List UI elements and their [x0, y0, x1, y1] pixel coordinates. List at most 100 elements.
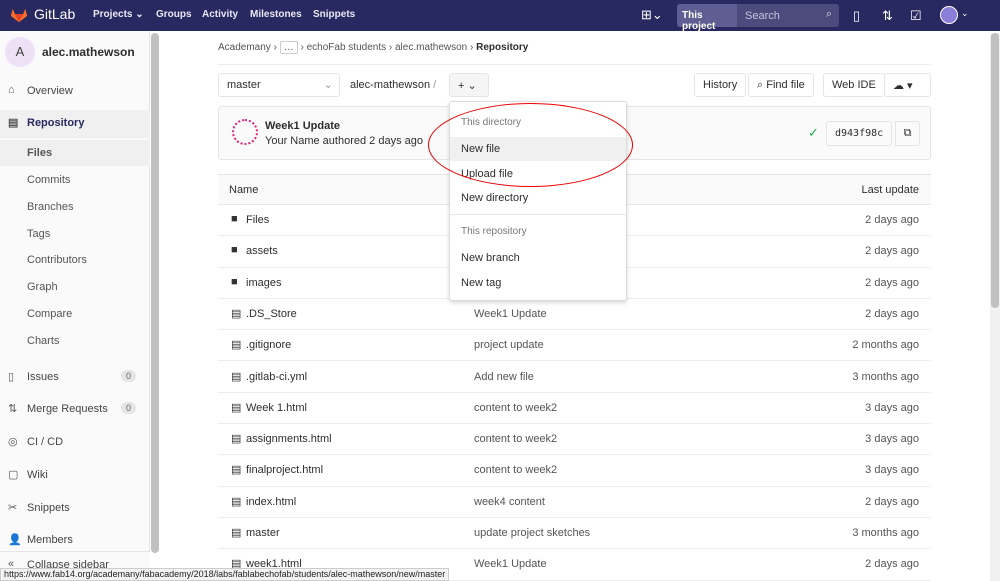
file-name[interactable]: master [246, 527, 280, 539]
sidebar-item-merge-requests[interactable]: ⇅ Merge Requests 0 [0, 396, 150, 422]
user-avatar[interactable] [940, 6, 958, 24]
new-plus-icon[interactable]: ⊞⌄ [641, 7, 663, 23]
crumb-more[interactable]: … [279, 41, 298, 54]
last-update: 2 days ago [865, 214, 919, 226]
sidebar-sub-contributors[interactable]: Contributors [0, 247, 150, 273]
dropdown-divider [450, 214, 626, 215]
file-icon: ▤ [231, 307, 242, 320]
file-name[interactable]: finalproject.html [246, 464, 323, 476]
sidebar-item-wiki[interactable]: ▢ Wiki [0, 462, 150, 488]
home-icon: ⌂ [8, 84, 15, 96]
sidebar-sub-tags[interactable]: Tags [0, 221, 150, 247]
merge-icon: ⇅ [8, 403, 18, 415]
sidebar-item-issues[interactable]: ▯ Issues 0 [0, 364, 150, 390]
crumb-students[interactable]: echoFab students [307, 42, 387, 53]
col-name: Name [229, 184, 259, 196]
chevron-down-icon[interactable]: ⌄ [961, 8, 969, 19]
dropdown-header-repository: This repository [461, 226, 527, 237]
sidebar-sub-commits[interactable]: Commits [0, 167, 150, 193]
find-file-button[interactable]: ⌕ Find file [748, 73, 814, 97]
table-row[interactable]: ▤ index.html week4 content 2 days ago [218, 487, 931, 518]
gitlab-brand[interactable]: GitLab [34, 6, 75, 22]
last-update: 3 months ago [852, 527, 919, 539]
crumb-repository[interactable]: Repository [476, 42, 528, 53]
sidebar-sub-branches[interactable]: Branches [0, 194, 150, 220]
sidebar-sub-compare[interactable]: Compare [0, 301, 150, 327]
file-name[interactable]: .gitignore [246, 339, 291, 351]
commit-message[interactable]: content to week2 [474, 402, 557, 414]
search-icon: ⌕ [825, 8, 832, 20]
table-row[interactable]: ▤ Week 1.html content to week2 3 days ag… [218, 393, 931, 425]
issues-icon: ▯ [8, 371, 15, 383]
copy-icon[interactable]: ⧉ [895, 121, 920, 146]
menu-new-branch[interactable]: New branch [450, 246, 626, 270]
last-update: 2 days ago [865, 245, 919, 258]
file-icon: ▤ [231, 339, 242, 352]
file-name[interactable]: index.html [246, 496, 296, 508]
search-icon: ⌕ [757, 79, 764, 91]
branch-select[interactable]: master ⌄ [218, 73, 340, 97]
file-name[interactable]: assignments.html [246, 433, 332, 445]
sidebar-item-members[interactable]: 👤 Members [0, 527, 150, 553]
table-row[interactable]: ▤ master update project sketches 3 month… [218, 518, 931, 550]
last-update: 2 days ago [865, 276, 919, 289]
gitlab-logo-icon[interactable] [10, 6, 28, 24]
sidebar-sub-charts[interactable]: Charts [0, 328, 150, 354]
project-name[interactable]: alec.mathewson [42, 45, 135, 59]
commit-message[interactable]: Add new file [474, 371, 534, 383]
path-root[interactable]: alec-mathewson / [350, 79, 436, 91]
sidebar-item-snippets[interactable]: ✂ Snippets [0, 495, 150, 521]
commit-message[interactable]: Week1 Update [474, 308, 547, 320]
sidebar-item-cicd[interactable]: ◎ CI / CD [0, 429, 150, 455]
commit-message[interactable]: content to week2 [474, 464, 557, 476]
col-last-update: Last update [861, 184, 920, 196]
todo-icon[interactable]: ☑ [910, 8, 922, 24]
crumb-project[interactable]: alec.mathewson [395, 42, 467, 53]
table-row[interactable]: ▤ .gitlab-ci.yml Add new file 3 months a… [218, 362, 931, 393]
page-scrollbar[interactable] [990, 33, 1000, 581]
commit-message[interactable]: week4 content [474, 496, 545, 508]
file-name[interactable]: Week 1.html [246, 402, 307, 414]
menu-new-directory[interactable]: New directory [450, 186, 626, 210]
commit-message[interactable]: content to week2 [474, 433, 557, 445]
pipeline-success-icon[interactable]: ✓ [808, 125, 819, 141]
file-name[interactable]: .gitlab-ci.yml [246, 371, 307, 383]
sidebar-scrollbar[interactable] [151, 33, 159, 553]
commit-title[interactable]: Week1 Update [265, 120, 340, 132]
file-name[interactable]: assets [246, 245, 278, 257]
nav-milestones[interactable]: Milestones [250, 9, 302, 20]
search-box[interactable]: This project Search ⌕ [677, 4, 839, 32]
table-row[interactable]: ▤ finalproject.html content to week2 3 d… [218, 455, 931, 487]
status-bar-url: https://www.fab14.org/academany/fabacade… [0, 568, 450, 581]
commit-message[interactable]: Week1 Update [474, 558, 547, 570]
sidebar-item-overview[interactable]: ⌂ Overview [0, 78, 150, 104]
file-name[interactable]: images [246, 277, 281, 289]
file-name[interactable]: Files [246, 214, 269, 226]
commit-message[interactable]: update project sketches [474, 527, 590, 539]
add-dropdown-button[interactable]: + ⌄ [449, 73, 489, 97]
sidebar-sub-graph[interactable]: Graph [0, 274, 150, 300]
merge-request-icon[interactable]: ⇅ [882, 8, 893, 24]
table-row[interactable]: ▤ assignments.html content to week2 3 da… [218, 424, 931, 456]
nav-projects[interactable]: Projects ⌄ [93, 9, 144, 20]
menu-new-tag[interactable]: New tag [450, 271, 626, 295]
download-button[interactable]: ☁ ▾ [884, 73, 931, 97]
nav-groups[interactable]: Groups [156, 9, 192, 20]
search-scope[interactable]: This project [677, 4, 737, 32]
sidebar-sub-files[interactable]: Files [0, 140, 150, 166]
nav-snippets[interactable]: Snippets [313, 9, 355, 20]
sidebar-item-repository[interactable]: ▤ Repository [0, 110, 150, 138]
commit-message[interactable]: project update [474, 339, 544, 351]
issues-icon[interactable]: ▯ [853, 8, 860, 24]
web-ide-button[interactable]: Web IDE [823, 73, 885, 97]
table-row[interactable]: ▤ .DS_Store Week1 Update 2 days ago [218, 299, 931, 331]
last-update: 3 days ago [865, 401, 919, 414]
crumb-academany[interactable]: Academany [218, 42, 271, 53]
commit-sha[interactable]: d943f98c [826, 121, 893, 146]
history-button[interactable]: History [694, 73, 747, 97]
file-icon: ▤ [231, 464, 242, 477]
nav-activity[interactable]: Activity [202, 9, 238, 20]
file-name[interactable]: .DS_Store [246, 308, 297, 320]
table-row[interactable]: ▤ .gitignore project update 2 months ago [218, 330, 931, 362]
search-input[interactable]: Search [745, 10, 780, 22]
